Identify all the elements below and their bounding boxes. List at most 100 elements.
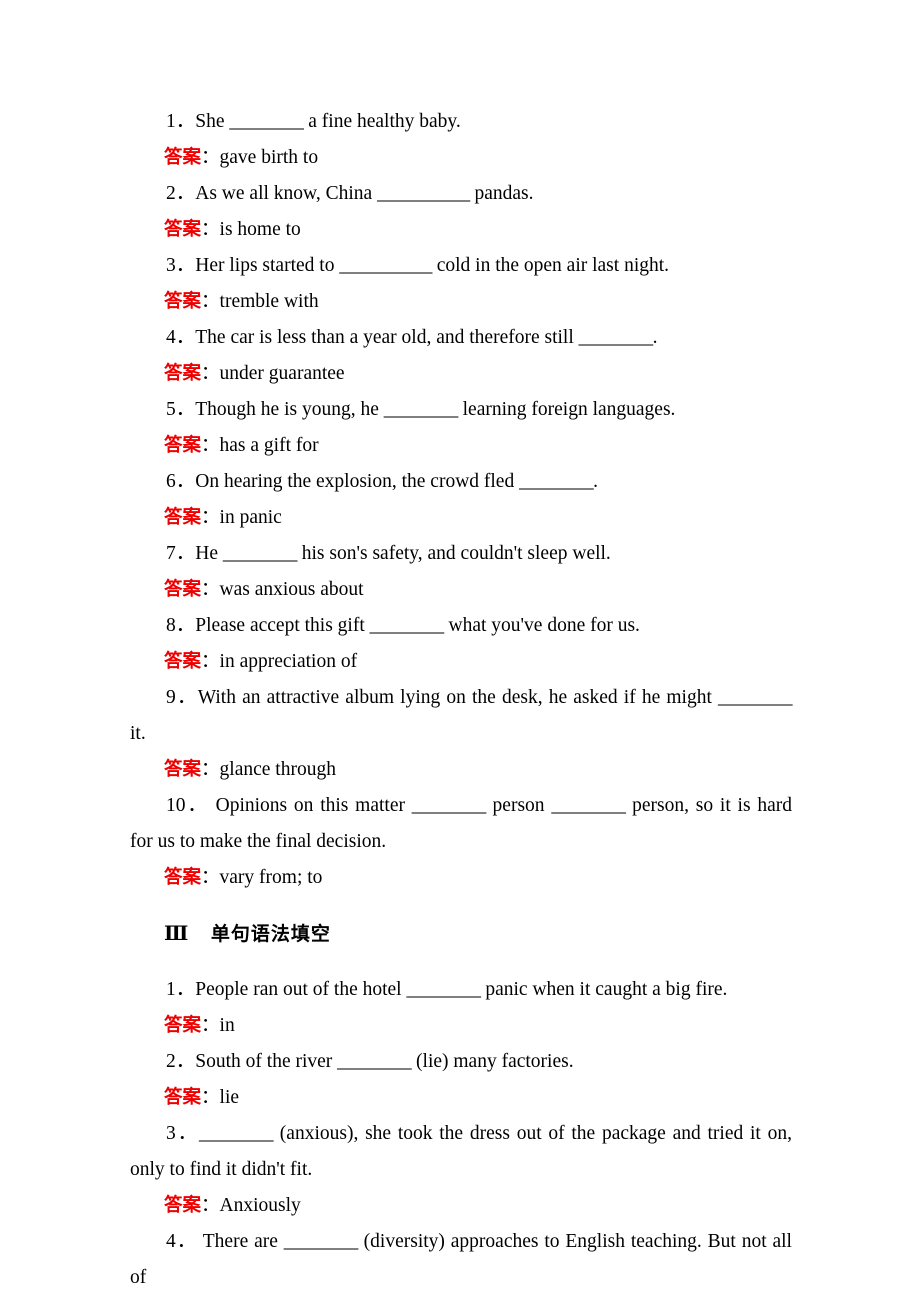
- fill-blank: ________: [718, 687, 793, 708]
- answer-text: is home to: [219, 219, 301, 240]
- answer-label: 答案: [164, 651, 202, 672]
- exercise-item: 3．________ (anxious), she took the dress…: [130, 1116, 792, 1188]
- item-text-before: Her lips started to: [195, 255, 340, 276]
- answer-colon: ：: [201, 219, 220, 240]
- item-text-after: pandas.: [469, 183, 534, 204]
- item-number: 2．: [166, 183, 196, 204]
- item-text-after: his son's safety, and couldn't sleep wel…: [296, 543, 611, 564]
- item-text-after: it.: [130, 723, 146, 744]
- fill-blank: ________: [383, 399, 459, 420]
- section-heading-three: Ⅲ 单句语法填空: [130, 916, 792, 952]
- item-text-before: She: [195, 111, 230, 132]
- item-text-before: People ran out of the hotel: [195, 979, 407, 1000]
- answer-colon: ：: [201, 291, 220, 312]
- item-text-before: Though he is young, he: [195, 399, 384, 420]
- item-text-after: (lie) many factories.: [411, 1051, 574, 1072]
- item-number: 8．: [166, 615, 196, 636]
- item-number: 4．: [166, 1231, 198, 1252]
- answer-text: Anxiously: [219, 1195, 301, 1216]
- answer-text: tremble with: [219, 291, 319, 312]
- item-number: 2．: [166, 1051, 196, 1072]
- answer-colon: ：: [201, 435, 220, 456]
- answer-text: lie: [219, 1087, 240, 1108]
- answer-text: gave birth to: [219, 147, 319, 168]
- item-text-before: Please accept this gift: [195, 615, 370, 636]
- fill-blank: ________: [337, 1051, 412, 1072]
- answer-label: 答案: [164, 291, 202, 312]
- fill-blank: ________: [199, 1123, 274, 1144]
- exercise-item: 9．With an attractive album lying on the …: [130, 680, 793, 752]
- answer-line: 答案：in panic: [130, 500, 792, 536]
- answer-line: 答案：tremble with: [130, 284, 792, 320]
- item-text-before: With an attractive album lying on the de…: [197, 687, 718, 708]
- answer-label: 答案: [164, 759, 202, 780]
- answer-text: under guarantee: [219, 363, 345, 384]
- fill-blank: ________: [578, 327, 654, 348]
- fill-blank: ________: [411, 795, 487, 816]
- exercise-item: 10． Opinions on this matter ________ per…: [130, 788, 792, 860]
- answer-line: 答案：Anxiously: [130, 1188, 792, 1224]
- item-number: 7．: [166, 543, 196, 564]
- answer-colon: ：: [201, 363, 220, 384]
- fill-blank: ________: [519, 471, 594, 492]
- item-text-before: South of the river: [195, 1051, 338, 1072]
- answer-colon: ：: [201, 651, 220, 672]
- answer-line: 答案：in: [130, 1008, 792, 1044]
- answer-line: 答案：gave birth to: [130, 140, 792, 176]
- fill-blank: ________: [283, 1231, 359, 1252]
- item-number: 3．: [166, 255, 196, 276]
- fill-blank: __________: [377, 183, 470, 204]
- answer-line: 答案：in appreciation of: [130, 644, 792, 680]
- answer-text: in panic: [219, 507, 282, 528]
- fill-blank: ________: [222, 543, 298, 564]
- item-text-after: panic when it caught a big fire.: [480, 979, 728, 1000]
- answer-colon: ：: [201, 147, 220, 168]
- answer-colon: ：: [201, 759, 220, 780]
- answer-label: 答案: [164, 147, 202, 168]
- page-content: 1．She ________ a fine healthy baby. 答案：g…: [130, 104, 793, 1296]
- item-number: 3．: [166, 1123, 200, 1144]
- item-text-after: what you've done for us.: [443, 615, 640, 636]
- answer-text: has a gift for: [219, 435, 319, 456]
- answer-colon: ：: [201, 507, 220, 528]
- exercise-item: 4．The car is less than a year old, and t…: [130, 320, 792, 356]
- answer-label: 答案: [164, 579, 202, 600]
- exercise-item: 2．South of the river ________ (lie) many…: [130, 1044, 792, 1080]
- answer-label: 答案: [164, 1087, 202, 1108]
- answer-text: vary from; to: [219, 867, 323, 888]
- exercise-item: 1．She ________ a fine healthy baby.: [130, 104, 792, 140]
- fill-blank: ________: [406, 979, 481, 1000]
- answer-colon: ：: [201, 867, 220, 888]
- item-number: 6．: [166, 471, 196, 492]
- item-text-mid: person: [485, 795, 552, 816]
- answer-colon: ：: [201, 579, 220, 600]
- item-number: 4．: [166, 327, 196, 348]
- answer-label: 答案: [164, 435, 202, 456]
- exercise-item: 6．On hearing the explosion, the crowd fl…: [130, 464, 792, 500]
- answer-label: 答案: [164, 219, 202, 240]
- item-text-before: There are: [197, 1231, 284, 1252]
- section-numeral: Ⅲ: [164, 923, 189, 945]
- answer-colon: ：: [201, 1195, 220, 1216]
- fill-blank: __________: [339, 255, 432, 276]
- item-number: 1．: [166, 111, 196, 132]
- answer-text: in: [219, 1015, 235, 1036]
- answer-line: 答案：glance through: [130, 752, 792, 788]
- answer-line: 答案：lie: [130, 1080, 792, 1116]
- fill-blank: ________: [229, 111, 304, 132]
- fill-blank-second: ________: [551, 795, 626, 816]
- item-text-after: a fine healthy baby.: [303, 111, 461, 132]
- section-title: 单句语法填空: [210, 923, 331, 945]
- item-text-before: Opinions on this matter: [208, 795, 412, 816]
- item-text-after: .: [652, 327, 658, 348]
- answer-line: 答案：under guarantee: [130, 356, 792, 392]
- item-number: 10．: [166, 795, 209, 816]
- item-number: 1．: [166, 979, 196, 1000]
- answer-text: was anxious about: [219, 579, 364, 600]
- exercise-item: 3．Her lips started to __________ cold in…: [130, 248, 792, 284]
- answer-label: 答案: [164, 1195, 202, 1216]
- document-page: 1．She ________ a fine healthy baby. 答案：g…: [0, 0, 920, 1302]
- answer-line: 答案：was anxious about: [130, 572, 792, 608]
- answer-line: 答案：is home to: [130, 212, 792, 248]
- exercise-item: 2．As we all know, China __________ panda…: [130, 176, 792, 212]
